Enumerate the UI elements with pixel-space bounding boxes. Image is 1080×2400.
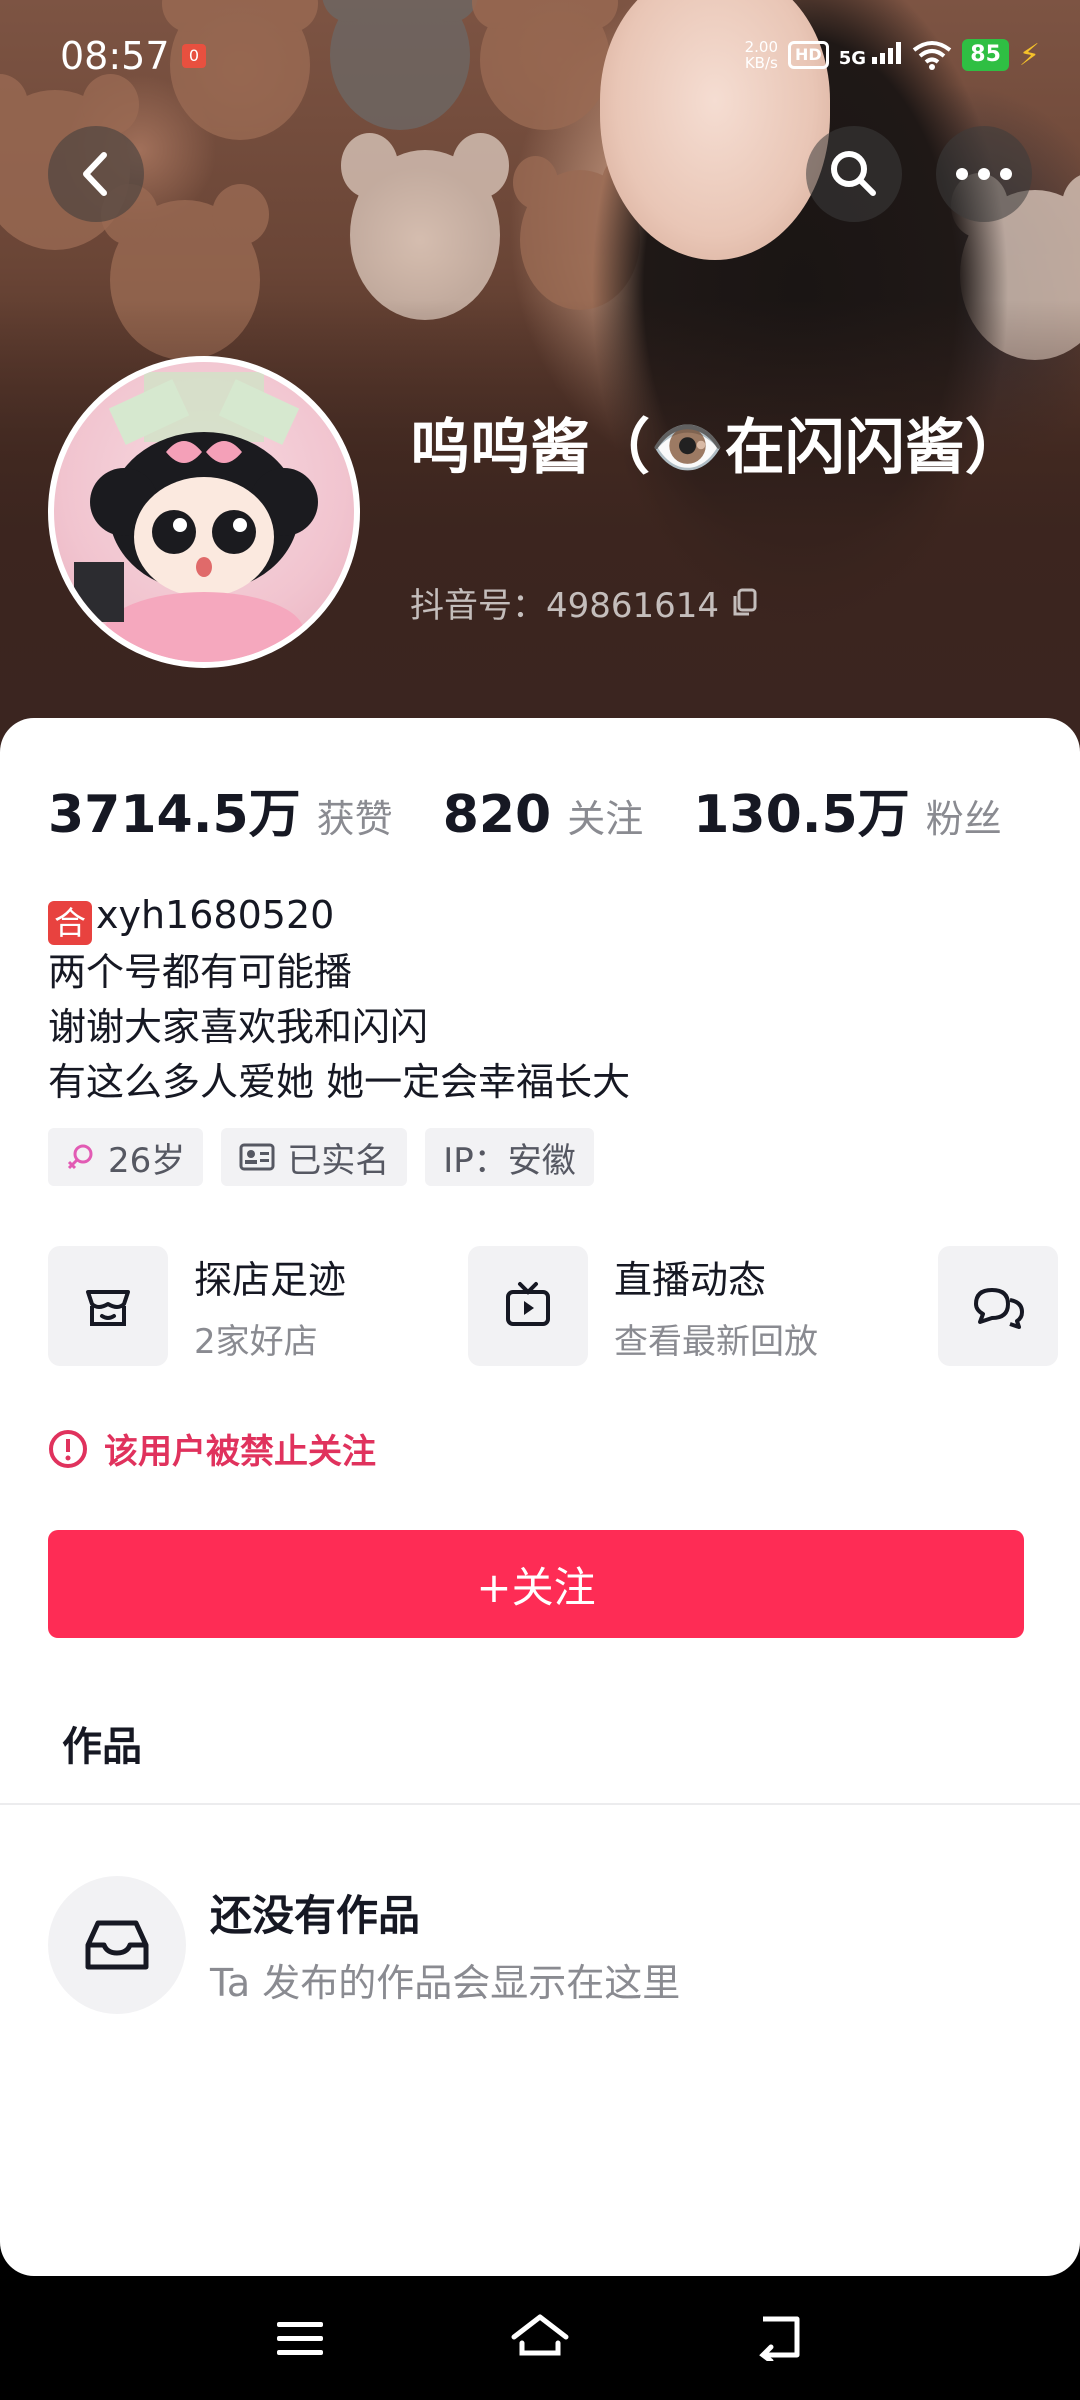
tv-icon <box>468 1246 588 1366</box>
bio-line: 有这么多人爱她 她一定会幸福长大 <box>48 1060 631 1104</box>
back-arrow-icon <box>759 2316 800 2361</box>
more-icon <box>956 168 1012 180</box>
bear-pattern <box>341 133 509 320</box>
status-time: 08:57 <box>60 34 170 78</box>
search-button[interactable] <box>806 126 902 222</box>
menu-nav-button[interactable] <box>268 2306 332 2370</box>
shop-visits-card[interactable]: 探店足迹 2家好店 <box>48 1246 346 1366</box>
chevron-left-icon <box>83 152 107 196</box>
live-updates-subtitle: 查看最新回放 <box>614 1322 818 1362</box>
net-speed-value: 2.00 <box>744 38 779 56</box>
copy-icon[interactable] <box>731 588 759 618</box>
status-bar: 08:57 0 2.00 KB/s HD 5G 85 ⚡ <box>0 0 1080 110</box>
charging-icon: ⚡ <box>1018 37 1040 73</box>
following-label: 关注 <box>567 797 644 841</box>
shop-visits-subtitle: 2家好店 <box>194 1322 318 1362</box>
verified-label: 已实名 <box>287 1140 390 1181</box>
douyin-id-label: 抖音号： <box>410 586 546 626</box>
avatar[interactable] <box>48 356 360 668</box>
live-updates-title: 直播动态 <box>614 1258 767 1302</box>
empty-state-title: 还没有作品 <box>210 1891 421 1940</box>
age-label: 26岁 <box>108 1140 186 1181</box>
stats-row: 3714.5万 获赞 820 关注 130.5万 粉丝 <box>48 772 1052 847</box>
likes-count[interactable]: 3714.5万 <box>48 772 301 847</box>
system-nav-bar <box>0 2276 1080 2400</box>
more-button[interactable] <box>936 126 1032 222</box>
age-tag: 26岁 <box>48 1128 204 1186</box>
douyin-id-value: 49861614 <box>546 586 720 626</box>
back-nav-button[interactable] <box>748 2306 812 2370</box>
follow-button[interactable]: +关注 <box>48 1530 1024 1638</box>
network-type: 5G <box>838 47 867 69</box>
empty-box-icon <box>48 1876 186 2014</box>
bio-line: 谢谢大家喜欢我和闪闪 <box>48 1005 429 1049</box>
home-icon <box>511 2314 569 2356</box>
id-card-icon <box>239 1143 275 1171</box>
profile-sheet: 3714.5万 获赞 820 关注 130.5万 粉丝 合 xyh1680520 … <box>0 718 1080 2276</box>
shop-visits-title: 探店足迹 <box>194 1258 347 1302</box>
avatar-illustration <box>74 372 318 662</box>
net-speed: 2.00 KB/s <box>745 39 778 71</box>
bio-line: xyh1680520 <box>96 893 335 937</box>
group-chat-card[interactable] <box>938 1246 1058 1366</box>
search-icon <box>831 151 876 196</box>
wifi-icon <box>913 41 952 70</box>
ip-tag: IP：安徽 <box>425 1128 594 1186</box>
home-nav-button[interactable] <box>508 2306 572 2370</box>
live-updates-card[interactable]: 直播动态 查看最新回放 <box>468 1246 818 1366</box>
female-icon <box>67 1144 93 1170</box>
net-speed-unit: KB/s <box>744 54 778 72</box>
menu-icon <box>277 2322 323 2355</box>
followers-label: 粉丝 <box>925 797 1002 841</box>
bio-line: 两个号都有可能播 <box>48 950 353 994</box>
warning-icon <box>49 1429 87 1468</box>
notification-badge: 0 <box>182 44 206 68</box>
likes-label: 获赞 <box>316 797 393 841</box>
bio: 合 xyh1680520 两个号都有可能播 谢谢大家喜欢我和闪闪 有这么多人爱她 … <box>48 888 630 1110</box>
verified-tag: 已实名 <box>221 1128 408 1186</box>
status-icons: 2.00 KB/s HD 5G 85 ⚡ <box>745 30 1040 80</box>
ip-label: IP：安徽 <box>443 1140 576 1181</box>
nickname: 呜呜酱（👁️在闪闪酱） <box>410 413 1025 483</box>
battery-icon: 85 <box>962 39 1009 71</box>
tab-works[interactable]: 作品 <box>62 1714 142 1772</box>
following-count[interactable]: 820 <box>443 785 552 845</box>
followers-count[interactable]: 130.5万 <box>693 772 909 847</box>
collab-badge-icon: 合 <box>48 901 92 945</box>
signal-icon: 5G <box>838 41 903 69</box>
blocked-notice: 该用户被禁止关注 <box>48 1424 376 1473</box>
chat-icon <box>938 1246 1058 1366</box>
hd-icon: HD <box>788 41 829 69</box>
empty-state-subtitle: Ta 发布的作品会显示在这里 <box>210 1961 681 2005</box>
services-row: 探店足迹 2家好店 直播动态 查看最新回放 <box>48 1246 1080 1368</box>
back-button[interactable] <box>48 126 144 222</box>
douyin-id: 抖音号：49861614 <box>410 578 759 627</box>
blocked-notice-text: 该用户被禁止关注 <box>104 1432 376 1472</box>
tags-row: 26岁 已实名 IP：安徽 <box>48 1128 594 1186</box>
divider <box>0 1803 1080 1805</box>
store-icon <box>48 1246 168 1366</box>
